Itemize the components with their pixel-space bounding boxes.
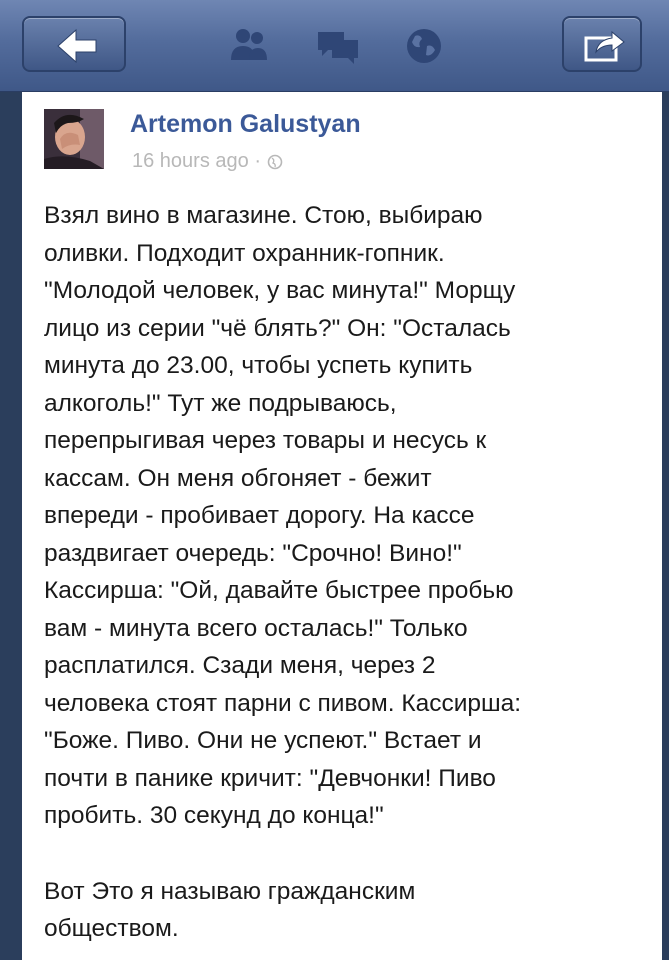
- post-line: человека стоят парни с пивом. Кассирша:: [44, 689, 522, 717]
- share-icon: [584, 30, 625, 62]
- post-line: алкоголь!" Тут же подрываюсь,: [44, 389, 397, 417]
- post-body: Взял вино в магазине. Стою, выбираю олив…: [44, 197, 654, 948]
- post-line: "Молодой человек, у вас минута!" Морщу: [44, 277, 516, 304]
- author-avatar[interactable]: [44, 109, 104, 169]
- top-navigation-bar: [0, 0, 669, 92]
- author-name[interactable]: Artemon Galustyan: [130, 110, 361, 139]
- friend-requests-button[interactable]: [222, 22, 278, 70]
- post-closing-line: Вот Это я называю гражданским: [44, 877, 416, 905]
- post-line: вам - минута всего осталась!" Только: [44, 614, 468, 642]
- post-card: Artemon Galustyan 16 hours ago · Взял ви…: [22, 92, 662, 960]
- post-line: раздвигает очередь: "Срочно! Вино!": [44, 539, 462, 567]
- post-line: оливки. Подходит охранник-гопник.: [44, 239, 445, 267]
- back-button[interactable]: [22, 16, 126, 72]
- post-line: пробить. 30 секунд до конца!": [44, 802, 384, 829]
- post-line: Взял вино в магазине. Стою, выбираю: [44, 202, 483, 229]
- share-button[interactable]: [562, 16, 642, 72]
- notifications-button[interactable]: [398, 22, 454, 70]
- post-line: лицо из серии "чё блять?" Он: "Осталась: [44, 314, 511, 342]
- post-line: впереди - пробивает дорогу. На кассе: [44, 502, 475, 529]
- post-meta: 16 hours ago ·: [132, 150, 283, 173]
- post-line: почти в панике кричит: "Девчонки! Пиво: [44, 764, 496, 792]
- notifications-globe-icon: [407, 29, 441, 63]
- post-line: кассам. Он меня обгоняет - бежит: [44, 464, 432, 492]
- post-line: перепрыгивая через товары и несусь к: [44, 427, 487, 454]
- post-timestamp[interactable]: 16 hours ago ·: [132, 150, 261, 173]
- friend-requests-icon: [231, 29, 267, 60]
- public-globe-icon: [267, 154, 283, 169]
- post-line: Кассирша: "Ой, давайте быстрее пробью: [44, 577, 514, 604]
- back-arrow-icon: [57, 28, 97, 64]
- post-line: расплатился. Сзади меня, через 2: [44, 652, 436, 679]
- post-line: минута до 23.00, чтобы успеть купить: [44, 352, 473, 379]
- messages-button[interactable]: [310, 22, 366, 70]
- post-closing-line: обществом.: [44, 915, 179, 942]
- messages-icon: [318, 32, 358, 64]
- post-line: "Боже. Пиво. Они не успеют." Встает и: [44, 727, 482, 754]
